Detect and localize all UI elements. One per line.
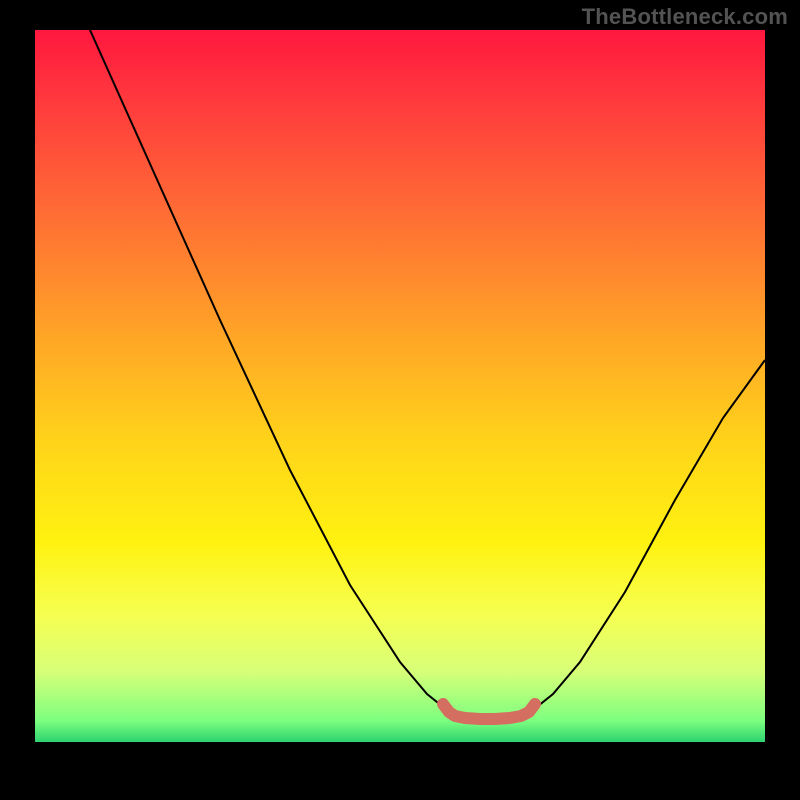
bottleneck-curve: [90, 30, 765, 719]
watermark-text: TheBottleneck.com: [582, 4, 788, 30]
chart-frame: TheBottleneck.com: [0, 0, 800, 800]
curve-overlay: [35, 30, 765, 742]
bottom-marker: [443, 704, 535, 719]
